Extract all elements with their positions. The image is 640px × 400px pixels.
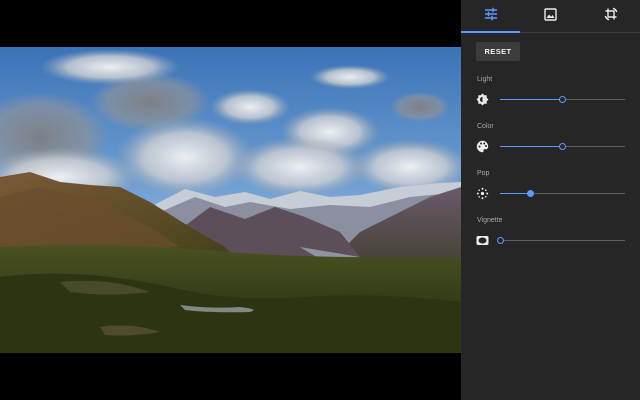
adjust-pop: Pop bbox=[461, 170, 640, 212]
reset-button[interactable]: RESET bbox=[476, 42, 520, 61]
editor-panel: RESET Light Color Pop Vignette bbox=[461, 0, 640, 400]
tab-crop[interactable] bbox=[581, 0, 640, 33]
sparkle-icon bbox=[476, 187, 489, 200]
vignette-label: Vignette bbox=[477, 217, 503, 224]
tab-selected-indicator bbox=[461, 31, 520, 33]
pop-label: Pop bbox=[477, 170, 490, 177]
image-icon bbox=[544, 7, 557, 26]
crop-rotate-icon bbox=[604, 7, 618, 26]
vignette-slider[interactable] bbox=[496, 235, 625, 246]
adjust-vignette: Vignette bbox=[461, 217, 640, 259]
photo-canvas bbox=[0, 0, 461, 400]
pop-slider[interactable] bbox=[500, 188, 625, 199]
light-slider[interactable] bbox=[500, 94, 625, 105]
adjust-light: Light bbox=[461, 76, 640, 118]
tab-adjust[interactable] bbox=[461, 0, 520, 33]
color-label: Color bbox=[477, 123, 494, 130]
vignette-icon bbox=[476, 234, 489, 247]
adjust-color: Color bbox=[461, 123, 640, 165]
landscape-photo bbox=[0, 47, 461, 353]
brightness-icon bbox=[476, 93, 489, 106]
editor-tab-bar bbox=[461, 0, 640, 33]
tune-sliders-icon bbox=[484, 7, 498, 26]
light-label: Light bbox=[477, 76, 493, 83]
color-slider[interactable] bbox=[500, 141, 625, 152]
palette-icon bbox=[476, 140, 489, 153]
tab-filters[interactable] bbox=[521, 0, 580, 33]
